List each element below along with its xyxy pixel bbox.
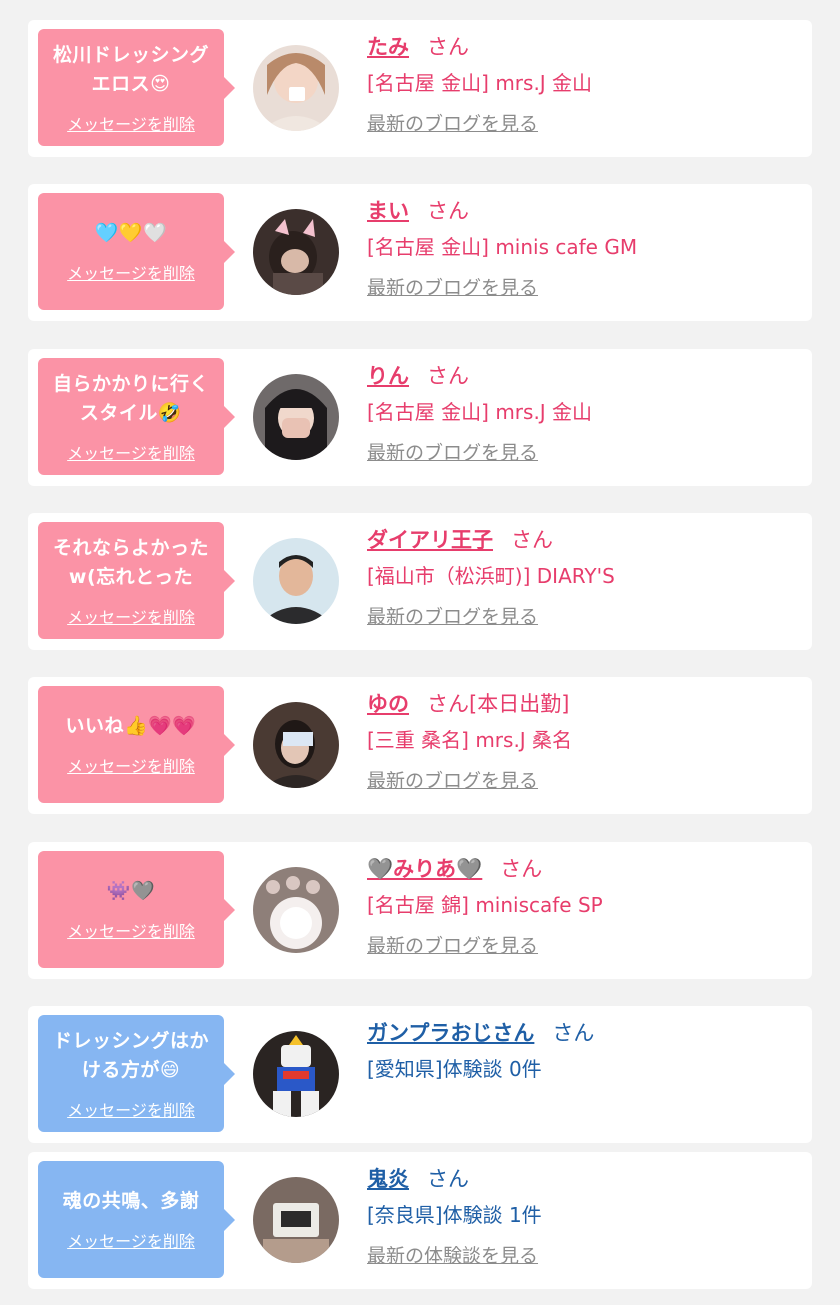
message-text: 自らかかりに行く スタイル🤣 [52,372,209,424]
list-item: いいね👍💗💗 メッセージを削除 ゆの さん[本日出勤] [三重 桑名] mrs.J… [28,677,812,814]
user-name-link[interactable]: 鬼炎 [367,1167,409,1191]
user-name-link[interactable]: まい [367,199,409,223]
delete-message-link[interactable]: メッセージを削除 [67,260,195,284]
latest-blog-link[interactable]: 最新のブログを見る [367,932,538,960]
message-text: それならよかった w(忘れとった [52,536,209,588]
message-text: 魂の共鳴、多謝 [62,1190,200,1212]
message-bubble: いいね👍💗💗 メッセージを削除 [38,686,235,803]
user-name-link[interactable]: ゆの [367,692,409,716]
message-list: 松川ドレッシング エロス😍 メッセージを削除 たみ さん [名古屋 金山] mrs… [0,0,840,1305]
message-bubble: 👾🩶 メッセージを削除 [38,851,235,968]
latest-review-link[interactable]: 最新の体験談を見る [367,1242,538,1270]
user-name-link[interactable]: りん [367,364,409,388]
review-count-label: [愛知県]体験談 0件 [367,1057,542,1081]
review-count-label: [奈良県]体験談 1件 [367,1203,542,1227]
message-text: 👾🩶 [106,880,156,902]
latest-blog-link[interactable]: 最新のブログを見る [367,274,538,302]
list-item: それならよかった w(忘れとった メッセージを削除 ダイアリ王子 さん [福山市（… [28,513,812,650]
delete-message-link[interactable]: メッセージを削除 [67,1097,195,1121]
user-name-link[interactable]: たみ [367,35,409,59]
name-suffix: さん [427,35,469,59]
user-name-link[interactable]: ダイアリ王子 [367,528,493,552]
user-name-link[interactable]: ガンプラおじさん [367,1021,534,1045]
avatar[interactable] [253,209,339,295]
message-bubble: 松川ドレッシング エロス😍 メッセージを削除 [38,29,235,146]
avatar[interactable] [253,374,339,460]
latest-blog-link[interactable]: 最新のブログを見る [367,439,538,467]
name-suffix: さん[本日出勤] [427,692,570,716]
delete-message-link[interactable]: メッセージを削除 [67,753,195,777]
avatar[interactable] [253,702,339,788]
message-text: いいね👍💗💗 [65,715,197,737]
delete-message-link[interactable]: メッセージを削除 [67,1228,195,1252]
shop-label: [名古屋 錦] miniscafe SP [367,893,603,917]
latest-blog-link[interactable]: 最新のブログを見る [367,603,538,631]
list-item: 👾🩶 メッセージを削除 🩶みりあ🩶 さん [名古屋 錦] miniscafe SP… [28,842,812,979]
shop-label: [名古屋 金山] mrs.J 金山 [367,400,593,424]
shop-label: [名古屋 金山] minis cafe GM [367,235,638,259]
delete-message-link[interactable]: メッセージを削除 [67,440,195,464]
name-suffix: さん [427,364,469,388]
name-suffix: さん [427,1167,469,1191]
list-item: 松川ドレッシング エロス😍 メッセージを削除 たみ さん [名古屋 金山] mrs… [28,20,812,157]
shop-label: [三重 桑名] mrs.J 桑名 [367,728,573,752]
name-suffix: さん [552,1021,595,1045]
avatar[interactable] [253,1031,339,1117]
message-text: ドレッシングはか ける方が😄 [52,1029,209,1081]
shop-label: [名古屋 金山] mrs.J 金山 [367,71,593,95]
latest-blog-link[interactable]: 最新のブログを見る [367,110,538,138]
message-bubble: ドレッシングはか ける方が😄 メッセージを削除 [38,1015,235,1132]
shop-label: [福山市（松浜町)] DIARY'S [367,564,615,588]
message-bubble: 自らかかりに行く スタイル🤣 メッセージを削除 [38,358,235,475]
delete-message-link[interactable]: メッセージを削除 [67,111,195,135]
avatar[interactable] [253,538,339,624]
list-item: 自らかかりに行く スタイル🤣 メッセージを削除 りん さん [名古屋 金山] mr… [28,349,812,486]
list-item: ドレッシングはか ける方が😄 メッセージを削除 ガンプラおじさん さん [愛知県]… [28,1006,812,1143]
message-text: 松川ドレッシング エロス😍 [52,43,209,95]
name-suffix: さん [500,857,543,881]
list-item: 魂の共鳴、多謝 メッセージを削除 鬼炎 さん [奈良県]体験談 1件 最新の体験談… [28,1152,812,1289]
name-suffix: さん [511,528,553,552]
user-name-link[interactable]: 🩶みりあ🩶 [367,857,482,881]
message-bubble: 🩵💛🤍 メッセージを削除 [38,193,235,310]
latest-blog-link[interactable]: 最新のブログを見る [367,767,538,795]
list-item: 🩵💛🤍 メッセージを削除 まい さん [名古屋 金山] minis cafe GM… [28,184,812,321]
message-bubble: 魂の共鳴、多謝 メッセージを削除 [38,1161,235,1278]
message-bubble: それならよかった w(忘れとった メッセージを削除 [38,522,235,639]
message-text: 🩵💛🤍 [94,222,168,244]
delete-message-link[interactable]: メッセージを削除 [67,918,195,942]
avatar[interactable] [253,45,339,131]
avatar[interactable] [253,867,339,953]
delete-message-link[interactable]: メッセージを削除 [67,604,195,628]
avatar[interactable] [253,1177,339,1263]
name-suffix: さん [427,199,469,223]
